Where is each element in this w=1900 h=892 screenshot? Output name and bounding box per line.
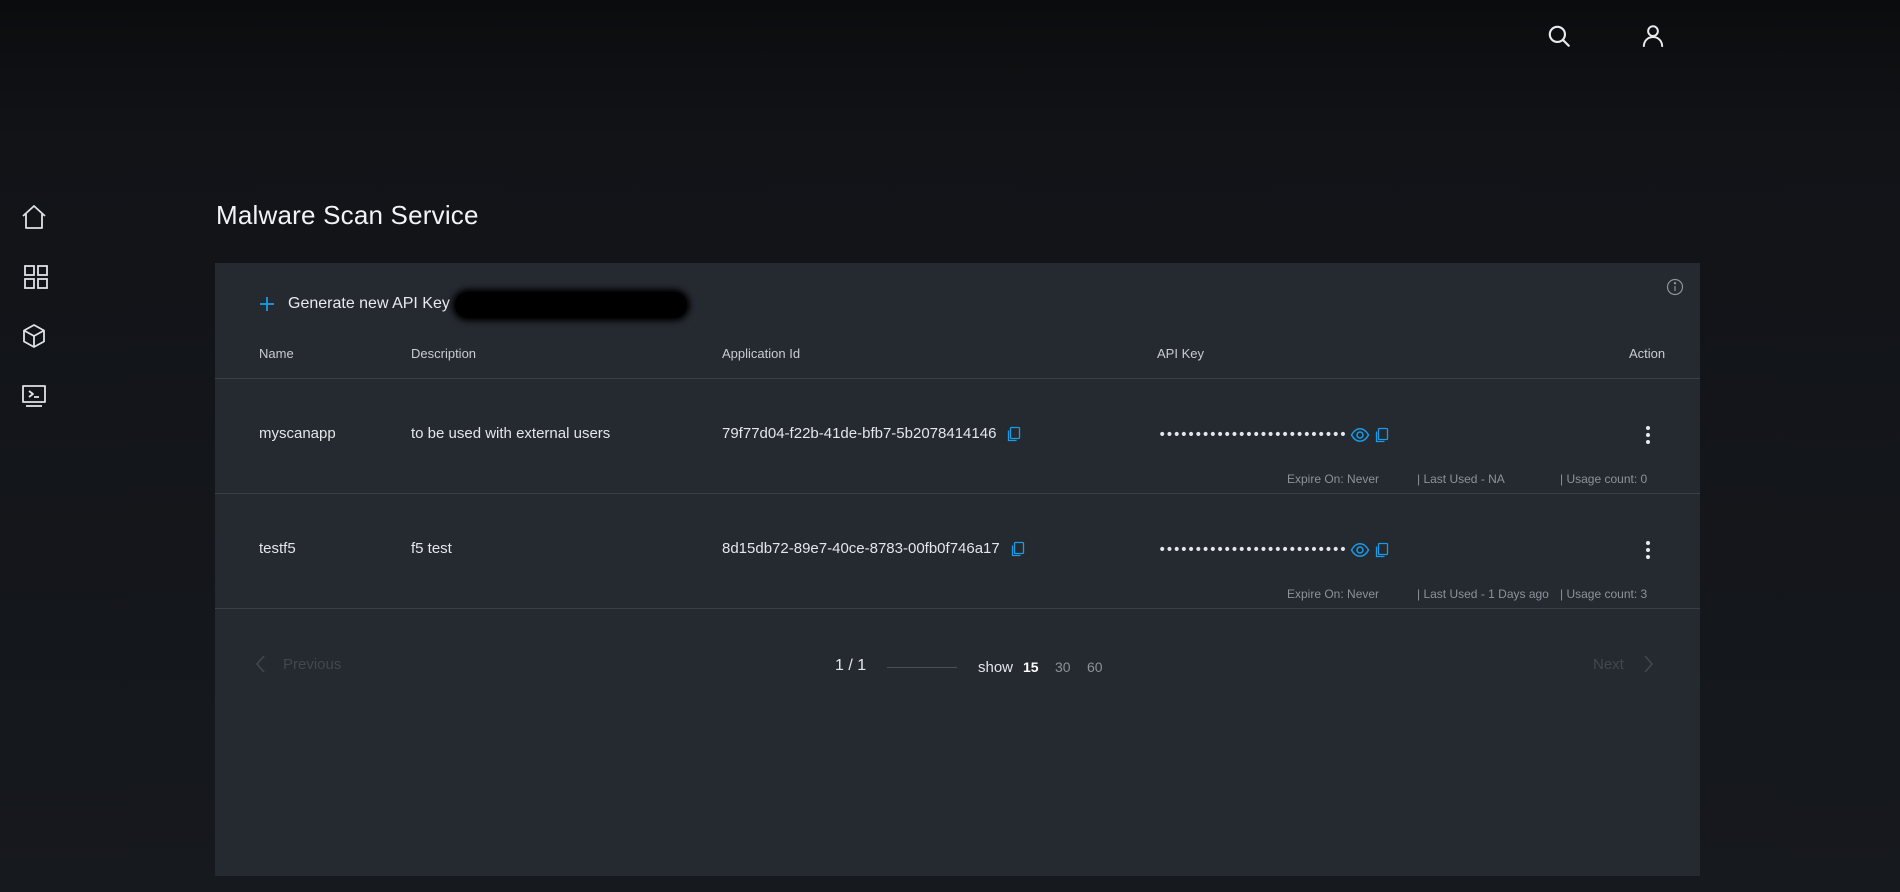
api-key-masked: •••••••••••••••••••••••••• (1158, 427, 1347, 443)
page-size-option[interactable]: 60 (1087, 659, 1103, 675)
row-action-menu-button[interactable] (1640, 423, 1656, 447)
user-icon (1642, 25, 1664, 47)
page-progress-line (887, 667, 957, 668)
top-bar (0, 0, 1900, 72)
info-icon[interactable] (1666, 278, 1684, 296)
sidebar-item-apps[interactable] (18, 259, 54, 295)
chevron-left-icon (255, 655, 265, 673)
row-action-menu-button[interactable] (1640, 538, 1656, 562)
generate-api-key-button[interactable]: Generate new API Key (258, 291, 450, 317)
row-last-used: | Last Used - NA (1417, 472, 1505, 486)
cube-icon (23, 324, 45, 348)
next-page-button[interactable]: Next (1593, 654, 1656, 674)
api-key-masked: •••••••••••••••••••••••••• (1158, 542, 1347, 558)
search-icon (1548, 25, 1570, 47)
column-header-action: Action (1629, 346, 1666, 361)
plus-icon (260, 297, 274, 311)
column-header-api-key: API Key (1157, 346, 1204, 361)
row-name: myscanapp (259, 425, 336, 442)
row-api-key: •••••••••••••••••••••••••• (1158, 540, 1390, 560)
sidebar-item-packages[interactable] (16, 318, 52, 354)
row-application-id: 79f77d04-f22b-41de-bfb7-5b2078414146 (722, 425, 1022, 442)
page-size-option[interactable]: 30 (1055, 659, 1071, 675)
api-keys-panel: Generate new API Key Name Description Ap… (215, 263, 1700, 876)
row-expire: Expire On: Never (1287, 587, 1380, 601)
page-title: Malware Scan Service (216, 200, 479, 230)
row-usage-count: | Usage count: 0 (1560, 472, 1648, 486)
more-vertical-icon (1646, 541, 1650, 559)
terminal-icon (22, 385, 46, 407)
copy-icon[interactable] (1374, 427, 1390, 443)
application-id-value: 8d15db72-89e7-40ce-8783-00fb0f746a17 (722, 540, 1000, 557)
grid-icon (24, 265, 48, 289)
user-button[interactable] (1637, 20, 1669, 52)
sidebar-item-home[interactable] (16, 199, 52, 235)
column-header-description: Description (411, 346, 477, 361)
redacted-area (455, 292, 687, 318)
copy-icon[interactable] (1006, 426, 1022, 442)
previous-page-button[interactable]: Previous (253, 654, 341, 674)
table-row: myscanapp to be used with external users… (215, 379, 1700, 493)
row-description: f5 test (411, 540, 452, 557)
row-api-key: •••••••••••••••••••••••••• (1158, 425, 1390, 445)
row-application-id: 8d15db72-89e7-40ce-8783-00fb0f746a17 (722, 540, 1026, 557)
row-divider (215, 608, 1700, 609)
eye-icon[interactable] (1350, 425, 1370, 445)
sidebar-item-console[interactable] (16, 378, 52, 414)
copy-icon[interactable] (1010, 541, 1026, 557)
more-vertical-icon (1646, 426, 1650, 444)
chevron-right-icon (1644, 655, 1653, 673)
page-count: 1 / 1 (835, 657, 867, 674)
generate-api-key-label: Generate new API Key (288, 295, 450, 312)
application-id-value: 79f77d04-f22b-41de-bfb7-5b2078414146 (722, 425, 997, 442)
home-icon (22, 205, 46, 229)
eye-icon[interactable] (1350, 540, 1370, 560)
next-label: Next (1593, 655, 1624, 673)
page-size-label: show (978, 659, 1014, 676)
search-button[interactable] (1543, 20, 1575, 52)
row-description: to be used with external users (411, 425, 611, 442)
column-header-name: Name (259, 346, 294, 361)
page-size-option[interactable]: 15 (1023, 659, 1039, 675)
previous-label: Previous (283, 655, 342, 673)
row-usage-count: | Usage count: 3 (1560, 587, 1648, 601)
row-name: testf5 (259, 540, 296, 557)
copy-icon[interactable] (1374, 542, 1390, 558)
row-expire: Expire On: Never (1287, 472, 1380, 486)
column-header-application-id: Application Id (722, 346, 801, 361)
table-row: testf5 f5 test 8d15db72-89e7-40ce-8783-0… (215, 494, 1700, 608)
row-last-used: | Last Used - 1 Days ago (1417, 587, 1549, 601)
